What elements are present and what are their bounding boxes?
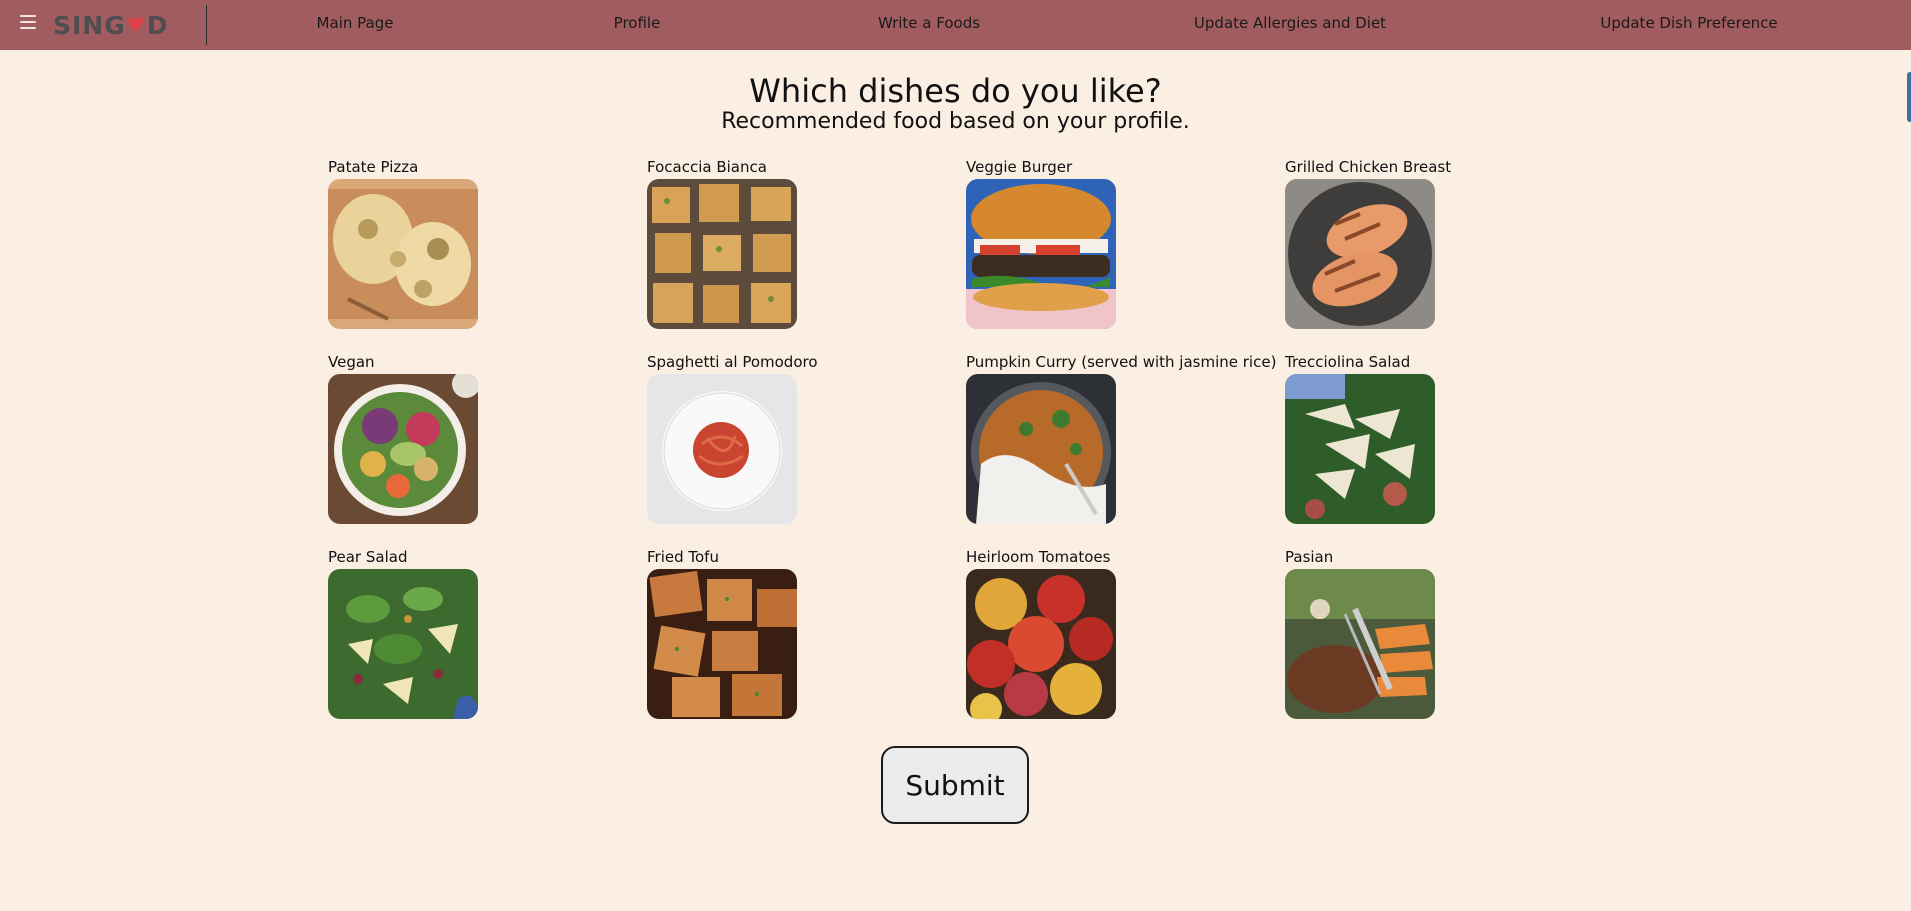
nav-profile[interactable]: Profile (614, 0, 661, 50)
nav-write-a-foods[interactable]: Write a Foods (878, 0, 980, 50)
submit-button[interactable]: Submit (881, 746, 1029, 824)
fried-tofu-photo[interactable] (647, 569, 797, 719)
heart-icon: ♥ (126, 13, 146, 37)
dish-card[interactable]: Vegan (328, 352, 647, 547)
dish-card[interactable]: Veggie Burger (966, 157, 1285, 352)
page-subtitle: Recommended food based on your profile. (721, 109, 1190, 134)
pear-salad-photo[interactable] (328, 569, 478, 719)
nav-update-allergies-diet[interactable]: Update Allergies and Diet (1194, 0, 1386, 50)
dish-name: Focaccia Bianca (647, 158, 767, 176)
top-navbar: SING ♥ D Main Page Profile Write a Foods U… (0, 0, 1911, 50)
nav-update-dish-preference[interactable]: Update Dish Preference (1600, 0, 1777, 50)
vegan-bowl-photo[interactable] (328, 374, 478, 524)
logo-text-right: D (146, 10, 169, 40)
nav-main-page[interactable]: Main Page (317, 0, 394, 50)
dish-name: Patate Pizza (328, 158, 419, 176)
potato-pizza-photo[interactable] (328, 179, 478, 329)
dish-name: Pasian (1285, 548, 1334, 566)
dish-card[interactable]: Patate Pizza (328, 157, 647, 352)
dish-name: Spaghetti al Pomodoro (647, 353, 818, 371)
trecciolina-salad-photo[interactable] (1285, 374, 1435, 524)
grilled-chicken-photo[interactable] (1285, 179, 1435, 329)
dish-card[interactable]: Spaghetti al Pomodoro (647, 352, 966, 547)
dish-card[interactable]: Fried Tofu (647, 547, 966, 742)
dish-name: Heirloom Tomatoes (966, 548, 1111, 566)
dish-card[interactable]: Trecciolina Salad (1285, 352, 1604, 547)
pumpkin-curry-photo[interactable] (966, 374, 1116, 524)
dish-card[interactable]: Pumpkin Curry (served with jasmine rice) (966, 352, 1285, 547)
dish-grid: Patate Pizza Focaccia Bianca Veggie Burg… (328, 157, 1604, 742)
spaghetti-photo[interactable] (647, 374, 797, 524)
dish-card[interactable]: Pasian (1285, 547, 1604, 742)
dish-name: Pear Salad (328, 548, 408, 566)
pasian-photo[interactable] (1285, 569, 1435, 719)
logo-text-left: SING (53, 10, 126, 40)
app-logo[interactable]: SING ♥ D (53, 8, 168, 42)
hamburger-menu-icon[interactable] (20, 15, 36, 29)
dish-card[interactable]: Focaccia Bianca (647, 157, 966, 352)
heirloom-tomatoes-photo[interactable] (966, 569, 1116, 719)
dish-card[interactable]: Grilled Chicken Breast (1285, 157, 1604, 352)
dish-card[interactable]: Heirloom Tomatoes (966, 547, 1285, 742)
veggie-burger-photo[interactable] (966, 179, 1116, 329)
dish-name: Fried Tofu (647, 548, 719, 566)
dish-name: Trecciolina Salad (1285, 353, 1411, 371)
focaccia-photo[interactable] (647, 179, 797, 329)
dish-name: Vegan (328, 353, 375, 371)
dish-name: Veggie Burger (966, 158, 1073, 176)
dish-name: Grilled Chicken Breast (1285, 158, 1452, 176)
dish-card[interactable]: Pear Salad (328, 547, 647, 742)
nav-divider (206, 5, 207, 45)
dish-name: Pumpkin Curry (served with jasmine rice) (966, 353, 1277, 371)
page-title: Which dishes do you like? (749, 72, 1162, 110)
